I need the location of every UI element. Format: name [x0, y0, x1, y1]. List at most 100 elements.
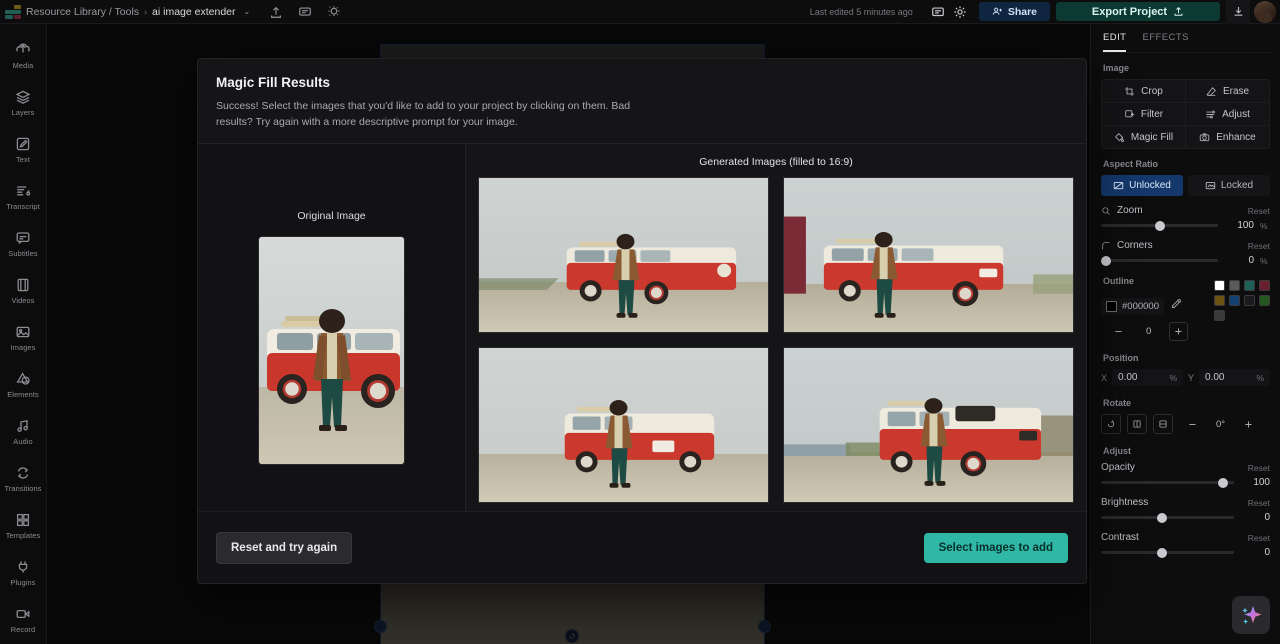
corners-value[interactable]: 0 — [1224, 255, 1254, 266]
sidebar-item-videos[interactable]: Videos — [0, 267, 47, 314]
brightness-reset-button[interactable]: Reset — [1248, 498, 1270, 508]
contrast-value[interactable]: 0 — [1240, 547, 1270, 558]
adjust-button[interactable]: Adjust — [1186, 103, 1269, 125]
position-x-unit: % — [1169, 373, 1177, 383]
outline-increase-button[interactable] — [1169, 322, 1188, 341]
enhance-camera-icon — [1199, 132, 1210, 143]
opacity-slider[interactable]: 100 — [1101, 477, 1270, 488]
swatch-3[interactable] — [1259, 280, 1270, 291]
enhance-button[interactable]: Enhance — [1186, 126, 1269, 148]
sidebar-item-audio[interactable]: Audio — [0, 409, 47, 456]
contrast-reset-button[interactable]: Reset — [1248, 533, 1270, 543]
flip-horizontal-button[interactable] — [1127, 414, 1147, 434]
sidebar-item-templates[interactable]: Templates — [0, 503, 47, 550]
outline-decrease-button[interactable] — [1109, 322, 1128, 341]
brightness-label: Brightness — [1101, 497, 1148, 508]
settings-gear-icon[interactable] — [949, 0, 971, 24]
modal-header: Magic Fill Results Success! Select the i… — [198, 59, 1086, 143]
subtitles-icon — [15, 230, 31, 246]
swatch-2[interactable] — [1244, 280, 1255, 291]
generated-image-2[interactable] — [783, 177, 1074, 333]
sidebar-item-transcript[interactable]: Transcript — [0, 173, 47, 220]
generated-image-1[interactable] — [478, 177, 769, 333]
breadcrumb: Resource Library / Tools › ai image exte… — [26, 6, 250, 18]
comment-icon[interactable] — [297, 4, 312, 19]
swatch-1[interactable] — [1229, 280, 1240, 291]
chevron-down-icon[interactable]: ⌄ — [244, 7, 251, 16]
zoom-value[interactable]: 100 — [1224, 220, 1254, 231]
corners-reset-button[interactable]: Reset — [1248, 241, 1270, 251]
elements-shape-icon — [15, 371, 31, 387]
rotate-button[interactable] — [1101, 414, 1121, 434]
swatch-7[interactable] — [1259, 295, 1270, 306]
position-y-field[interactable]: 0.00 % — [1199, 369, 1270, 386]
position-x-field[interactable]: 0.00 % — [1112, 369, 1183, 386]
breadcrumb-current[interactable]: ai image extender — [152, 6, 235, 18]
brightness-slider[interactable]: 0 — [1101, 512, 1270, 523]
generated-image-3[interactable] — [478, 347, 769, 503]
rotate-increase-button[interactable] — [1239, 415, 1258, 434]
export-label: Export Project — [1092, 6, 1167, 18]
transcript-icon — [15, 183, 31, 199]
sidebar-item-plugins[interactable]: Plugins — [0, 550, 47, 597]
idea-icon[interactable] — [326, 4, 341, 19]
sidebar-item-media[interactable]: Media — [0, 32, 47, 79]
sidebar-item-elements[interactable]: Elements — [0, 362, 47, 409]
export-project-button[interactable]: Export Project — [1056, 2, 1220, 21]
flip-vertical-button[interactable] — [1153, 414, 1173, 434]
zoom-slider-header: Zoom Reset — [1101, 205, 1270, 216]
sidebar-item-layers[interactable]: Layers — [0, 79, 47, 126]
upload-icon[interactable] — [268, 4, 283, 19]
sidebar-item-transitions[interactable]: Transitions — [0, 456, 47, 503]
swatch-6[interactable] — [1244, 295, 1255, 306]
opacity-value[interactable]: 100 — [1240, 477, 1270, 488]
tab-edit[interactable]: EDIT — [1103, 32, 1126, 52]
generated-image-4[interactable] — [783, 347, 1074, 503]
corners-slider[interactable]: 0 % — [1101, 255, 1270, 266]
sidebar-item-text[interactable]: Text — [0, 126, 47, 173]
chat-icon[interactable] — [927, 0, 949, 24]
breadcrumb-root[interactable]: Resource Library / Tools — [26, 6, 139, 18]
select-images-to-add-button[interactable]: Select images to add — [924, 533, 1068, 563]
tab-effects[interactable]: EFFECTS — [1142, 32, 1188, 52]
sidebar-item-record[interactable]: Record — [0, 597, 47, 644]
zoom-reset-button[interactable]: Reset — [1248, 206, 1270, 216]
brightness-value[interactable]: 0 — [1240, 512, 1270, 523]
outline-hex-field[interactable]: #000000 — [1101, 298, 1164, 315]
aspect-ratio-locked[interactable]: Locked — [1188, 175, 1270, 196]
sidebar-item-label: Transcript — [6, 202, 40, 211]
eyedropper-icon[interactable] — [1170, 297, 1182, 315]
app-logo[interactable] — [0, 0, 26, 24]
share-button[interactable]: Share — [979, 2, 1050, 21]
opacity-reset-button[interactable]: Reset — [1248, 463, 1270, 473]
rotate-decrease-button[interactable] — [1183, 415, 1202, 434]
swatch-0[interactable] — [1214, 280, 1225, 291]
contrast-slider[interactable]: 0 — [1101, 547, 1270, 558]
sidebar-item-images[interactable]: Images — [0, 314, 47, 361]
erase-button[interactable]: Erase — [1186, 80, 1269, 102]
download-icon[interactable] — [1226, 0, 1250, 24]
original-image-thumbnail[interactable] — [258, 236, 405, 465]
swatch-5[interactable] — [1229, 295, 1240, 306]
rotate-value[interactable]: 0° — [1216, 419, 1225, 430]
zoom-slider[interactable]: 100 % — [1101, 220, 1270, 231]
crop-icon — [1124, 86, 1135, 97]
outline-width-value[interactable]: 0 — [1146, 326, 1151, 337]
zoom-label: Zoom — [1117, 205, 1143, 216]
filter-button[interactable]: Filter — [1102, 103, 1185, 125]
reset-and-try-again-button[interactable]: Reset and try again — [216, 532, 352, 564]
modal-footer: Reset and try again Select images to add — [198, 511, 1086, 583]
crop-button[interactable]: Crop — [1102, 80, 1185, 102]
outline-color-chip[interactable] — [1106, 301, 1117, 312]
magic-fill-button[interactable]: Magic Fill — [1102, 126, 1185, 148]
templates-grid-icon — [15, 512, 31, 528]
ai-assistant-button[interactable] — [1232, 596, 1270, 634]
swatch-4[interactable] — [1214, 295, 1225, 306]
aspect-ratio-unlocked[interactable]: Unlocked — [1101, 175, 1183, 196]
swatch-8[interactable] — [1214, 310, 1225, 321]
right-panel-tabs: EDIT EFFECTS — [1101, 24, 1270, 53]
avatar[interactable] — [1254, 1, 1276, 23]
breadcrumb-separator: › — [144, 7, 147, 17]
page-title: Magic Fill Results — [216, 75, 1068, 90]
sidebar-item-subtitles[interactable]: Subtitles — [0, 220, 47, 267]
